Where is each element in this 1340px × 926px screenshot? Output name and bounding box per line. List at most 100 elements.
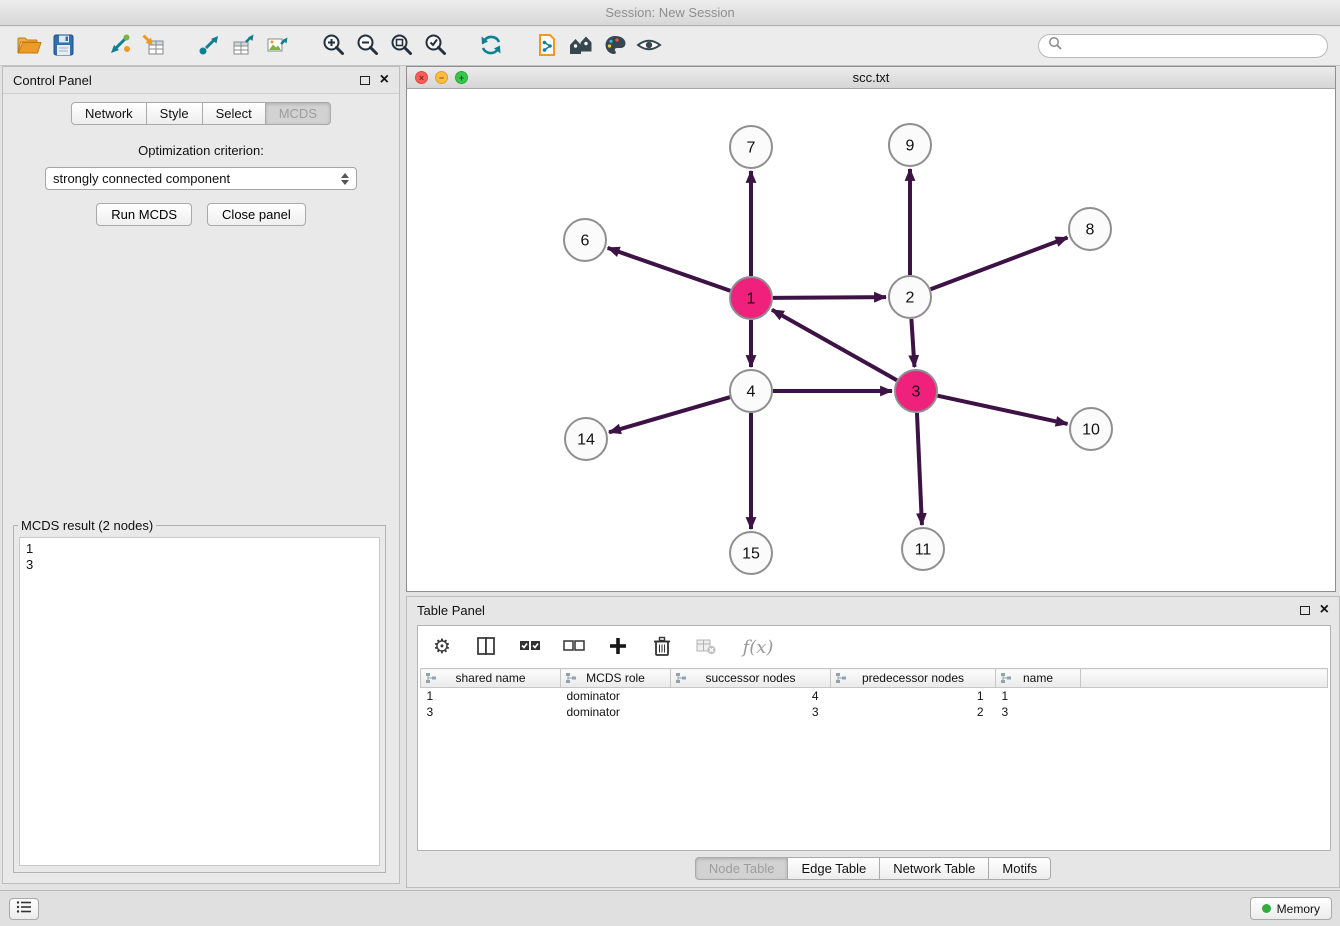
unselect-all-columns-button[interactable] (562, 635, 586, 659)
table-row[interactable]: 3 dominator 3 2 3 (421, 704, 1328, 720)
tab-style[interactable]: Style (147, 102, 203, 125)
graph-node-label-3: 3 (912, 384, 921, 401)
memory-label: Memory (1277, 902, 1320, 916)
unchecked-boxes-icon (563, 637, 585, 658)
graph-node-label-11: 11 (915, 542, 932, 559)
tab-node-table[interactable]: Node Table (695, 857, 789, 880)
search-input[interactable] (1063, 38, 1318, 55)
attribute-icon (425, 672, 437, 687)
graph-node-label-9: 9 (906, 138, 915, 155)
control-panel-header: Control Panel × (3, 67, 399, 93)
zoom-fit-button[interactable] (384, 30, 418, 62)
table-toolbar: ⚙ f(x) (418, 626, 1330, 668)
minimize-window-button[interactable]: − (435, 71, 448, 84)
open-file-button[interactable] (12, 30, 46, 62)
column-header-mcds-role[interactable]: MCDS role (561, 669, 671, 688)
table-row[interactable]: 1 dominator 4 1 1 (421, 688, 1328, 704)
float-table-panel-icon[interactable] (1300, 606, 1310, 615)
graph-edge-1-6[interactable] (608, 248, 731, 291)
save-session-button[interactable] (46, 30, 80, 62)
graphics-details-button[interactable] (632, 30, 666, 62)
memory-button[interactable]: Memory (1250, 897, 1332, 920)
import-table-button[interactable] (136, 30, 170, 62)
search-icon (1048, 36, 1063, 56)
mcds-result-group: MCDS result (2 nodes) 1 3 (13, 518, 386, 873)
show-columns-button[interactable] (474, 635, 498, 659)
eye-icon (636, 33, 662, 60)
function-builder-button[interactable]: f(x) (738, 635, 778, 659)
export-table-button[interactable] (226, 30, 260, 62)
delete-table-button[interactable] (694, 635, 718, 659)
graph-edge-4-14[interactable] (609, 397, 730, 432)
graph-node-label-10: 10 (1082, 422, 1100, 439)
select-all-columns-button[interactable] (518, 635, 542, 659)
network-canvas[interactable]: 7968124314101511 (407, 89, 1335, 591)
cell-predecessor-nodes: 2 (831, 704, 996, 720)
graph-node-label-15: 15 (742, 546, 760, 563)
delete-table-icon (695, 636, 717, 659)
graph-edge-3-1[interactable] (772, 310, 897, 380)
attribute-icon (835, 672, 847, 687)
close-window-button[interactable]: × (415, 71, 428, 84)
network-document-button[interactable] (530, 30, 564, 62)
export-image-button[interactable] (260, 30, 294, 62)
maximize-window-button[interactable]: + (455, 71, 468, 84)
tab-motifs[interactable]: Motifs (989, 857, 1051, 880)
cell-successor-nodes: 3 (671, 704, 831, 720)
float-panel-icon[interactable] (360, 76, 370, 85)
tab-edge-table[interactable]: Edge Table (788, 857, 880, 880)
optimization-criterion-select[interactable]: strongly connected component (45, 167, 357, 190)
window-controls: × − + (415, 71, 468, 84)
export-network-icon (197, 33, 221, 60)
houses-icon (568, 33, 594, 60)
network-overview-button[interactable] (564, 30, 598, 62)
graph-node-label-8: 8 (1086, 222, 1095, 239)
tab-select[interactable]: Select (203, 102, 266, 125)
graph-edge-3-10[interactable] (937, 396, 1067, 424)
memory-status-icon (1262, 904, 1271, 913)
column-header-shared-name[interactable]: shared name (421, 669, 561, 688)
column-header-name[interactable]: name (996, 669, 1081, 688)
graph-node-label-1: 1 (747, 291, 756, 308)
column-header-successor-nodes[interactable]: successor nodes (671, 669, 831, 688)
gear-icon: ⚙ (433, 637, 451, 657)
graph-edge-2-3[interactable] (911, 319, 914, 367)
graph-edge-2-8[interactable] (931, 237, 1068, 289)
tab-network-table[interactable]: Network Table (880, 857, 989, 880)
task-history-button[interactable] (9, 898, 39, 920)
table-panel-title: Table Panel (417, 603, 485, 618)
attribute-icon (675, 672, 687, 687)
run-mcds-button[interactable]: Run MCDS (96, 203, 192, 226)
main-toolbar (0, 27, 1340, 66)
zoom-in-button[interactable] (316, 30, 350, 62)
export-image-icon (265, 33, 289, 60)
table-settings-button[interactable]: ⚙ (430, 635, 454, 659)
control-panel-title: Control Panel (13, 73, 92, 88)
create-column-button[interactable] (606, 635, 630, 659)
control-panel-body: Network Style Select MCDS Optimization c… (3, 93, 399, 883)
tab-mcds[interactable]: MCDS (266, 102, 331, 125)
zoom-selected-icon (423, 33, 447, 60)
graph-edge-1-2[interactable] (773, 297, 886, 298)
apply-layout-button[interactable] (474, 30, 508, 62)
apply-style-button[interactable] (598, 30, 632, 62)
import-network-button[interactable] (102, 30, 136, 62)
list-icon (16, 900, 32, 919)
mcds-result-title: MCDS result (2 nodes) (18, 518, 156, 533)
close-panel-button[interactable]: Close panel (207, 203, 306, 226)
tab-network[interactable]: Network (71, 102, 147, 125)
graph-edge-3-11[interactable] (917, 413, 922, 525)
mcds-result-list[interactable]: 1 3 (19, 537, 380, 866)
attribute-icon (565, 672, 577, 687)
delete-column-button[interactable] (650, 635, 674, 659)
close-panel-icon[interactable]: × (380, 73, 389, 87)
mcds-result-line: 3 (26, 557, 373, 573)
save-floppy-icon (51, 33, 75, 60)
zoom-selected-button[interactable] (418, 30, 452, 62)
column-header-predecessor-nodes[interactable]: predecessor nodes (831, 669, 996, 688)
close-table-panel-icon[interactable]: × (1320, 603, 1329, 617)
export-network-button[interactable] (192, 30, 226, 62)
network-window-title: scc.txt (853, 70, 890, 85)
zoom-out-button[interactable] (350, 30, 384, 62)
graph-node-label-2: 2 (906, 290, 915, 307)
